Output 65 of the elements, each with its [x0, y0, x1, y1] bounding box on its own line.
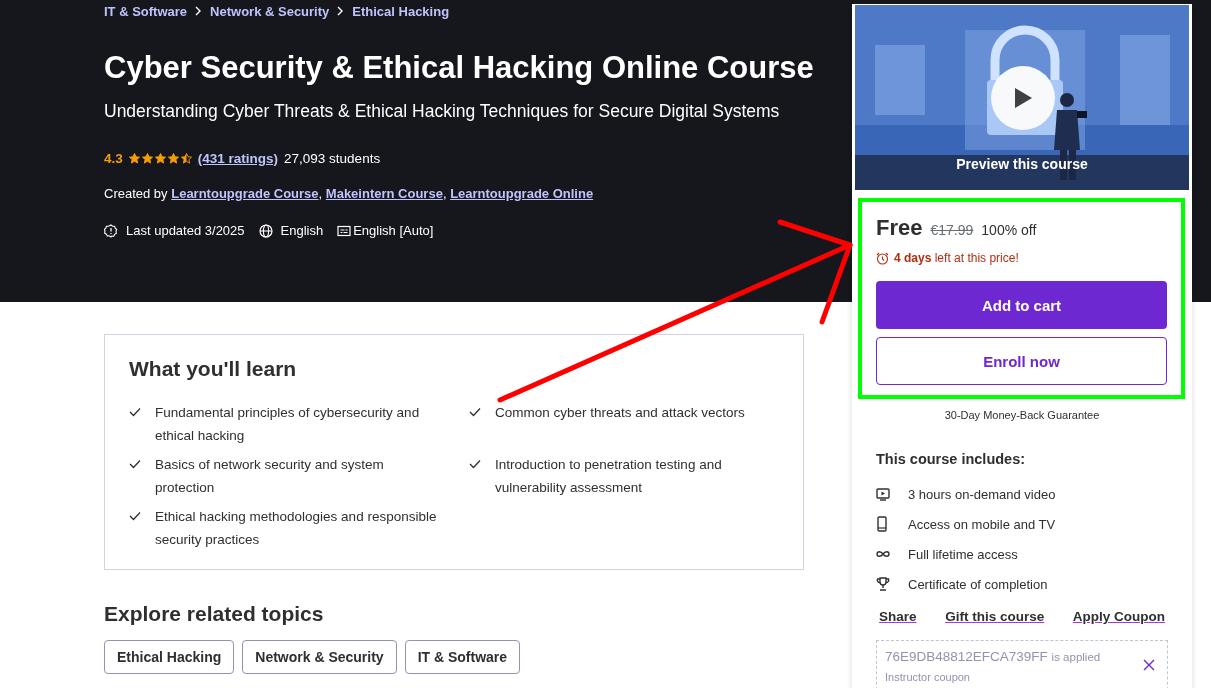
include-item: 3 hours on-demand video [908, 486, 1056, 502]
star-icon [141, 153, 153, 164]
countdown-text: 4 days left at this price! [894, 251, 1019, 265]
close-icon[interactable] [1143, 659, 1155, 671]
learning-point: Common cyber threats and attack vectors [495, 404, 745, 422]
breadcrumb-link[interactable]: IT & Software [104, 4, 188, 19]
check-icon [469, 459, 481, 469]
include-item: Full lifetime access [908, 546, 1018, 562]
action-link[interactable]: Share [879, 609, 917, 624]
guarantee-note: 30-Day Money-Back Guarantee [943, 409, 1101, 421]
star-icon [154, 153, 166, 164]
check-icon [129, 407, 141, 417]
alarm-clock-icon [876, 251, 889, 265]
star-icon [167, 153, 179, 164]
learning-point: Ethical hacking methodologies and responsible security practices [155, 508, 438, 549]
globe-icon [258, 223, 273, 238]
preview-label[interactable]: Preview this course [956, 156, 1088, 172]
breadcrumb-link[interactable]: Network & Security [210, 4, 330, 19]
include-item: Access on mobile and TV [908, 516, 1056, 532]
coupon-note: Instructor coupon [885, 671, 971, 683]
section-heading: Explore related topics [104, 602, 325, 626]
enroll-button[interactable]: Enroll now [876, 337, 1167, 385]
current-price: Free [876, 215, 923, 241]
course-subtitle: Understanding Cyber Threats & Ethical Hacking Techniques for Secure Digital Systems [104, 101, 781, 122]
author-link[interactable]: Learntoupgrade Online [450, 186, 594, 201]
star-icon [128, 153, 140, 164]
includes-heading: This course includes: [876, 451, 1027, 467]
learning-point: Introduction to penetration testing and vulnerability assessment [495, 456, 723, 497]
mobile-phone-icon [876, 516, 888, 532]
rating-score: 4.3 [104, 151, 123, 166]
author-link[interactable]: Makeintern Course [325, 186, 443, 201]
check-icon [469, 407, 481, 417]
topic-button[interactable]: IT & Software [404, 640, 521, 674]
section-heading: What you'll learn [129, 357, 298, 381]
ratings-link[interactable]: (431 ratings) [197, 151, 279, 166]
student-count: 27,093 students [284, 151, 381, 166]
comma: , [442, 186, 448, 201]
coupon-status: 76E9DB48812EFCA739FF is applied [885, 649, 1101, 664]
add-to-cart-button[interactable]: Add to cart [876, 281, 1167, 329]
trophy-icon [876, 577, 890, 591]
video-icon [876, 487, 890, 501]
infinity-icon [876, 550, 890, 558]
captions-icon [337, 224, 352, 237]
breadcrumb-link[interactable]: Ethical Hacking [352, 4, 450, 19]
course-title: Cyber Security & Ethical Hacking Online Course [104, 50, 815, 86]
action-link[interactable]: Gift this course [945, 609, 1045, 624]
discount: 100% off [981, 222, 1037, 238]
original-price: €17.99 [930, 222, 974, 238]
check-icon [129, 511, 141, 521]
topic-button[interactable]: Ethical Hacking [104, 640, 235, 674]
check-icon [129, 459, 141, 469]
action-link[interactable]: Apply Coupon [1072, 609, 1165, 624]
author-link[interactable]: Learntoupgrade Course [171, 186, 319, 201]
created-by-label: Created by [104, 186, 169, 201]
topic-button[interactable]: Network & Security [242, 640, 397, 674]
language: English [280, 223, 324, 238]
include-item: Certificate of completion [908, 576, 1048, 592]
last-updated: Last updated 3/2025 [126, 223, 245, 238]
star-icon [180, 153, 192, 164]
learning-point: Basics of network security and system protection [155, 456, 385, 497]
play-icon [1012, 86, 1034, 110]
captions-language: English [Auto] [353, 223, 434, 238]
learning-point: Fundamental principles of cybersecurity and ethical hacking [155, 404, 421, 445]
alert-badge-icon [104, 223, 118, 238]
comma: , [318, 186, 324, 201]
